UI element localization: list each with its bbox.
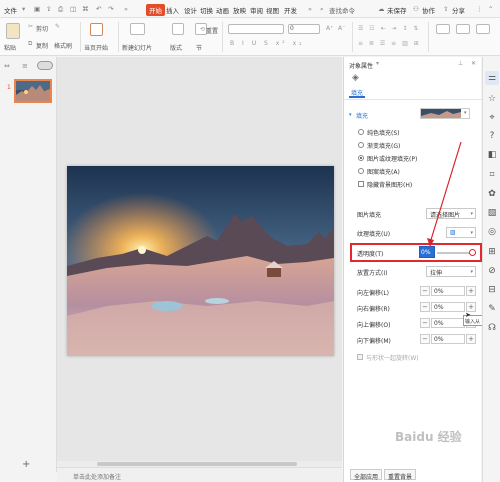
- new-slide-button[interactable]: 新建幻灯片: [122, 43, 152, 52]
- menu-file[interactable]: 文件: [4, 5, 17, 15]
- textbox-icon[interactable]: [436, 24, 450, 34]
- menu-review[interactable]: 审阅: [250, 5, 263, 15]
- pointer-icon[interactable]: ⌖: [487, 113, 497, 123]
- undo-icon[interactable]: ↶: [96, 5, 101, 13]
- add-slide-icon[interactable]: +: [22, 459, 30, 470]
- copy-icon[interactable]: ⧉: [28, 40, 32, 48]
- more-icon[interactable]: ⋮: [476, 5, 483, 13]
- redo-icon[interactable]: ↷: [108, 5, 113, 13]
- apply-all-button[interactable]: 全部应用: [350, 469, 382, 481]
- outline-icon[interactable]: ⇔: [4, 62, 10, 70]
- object-properties-panel: 对象属性 ▾ ⊥ ✕ ◈ 填充 ▾ 填充 ▾ 纯色填充(S) 渐变填充(G) 图…: [343, 57, 483, 482]
- watermark: Baidu 经验: [395, 430, 462, 444]
- menu-design[interactable]: 设计: [184, 5, 197, 15]
- copy-button[interactable]: 复制: [36, 41, 48, 50]
- font-name-select[interactable]: [228, 24, 284, 34]
- menu-insert[interactable]: 插入: [166, 5, 179, 15]
- section-button[interactable]: 节: [196, 43, 202, 52]
- play-icon[interactable]: [90, 23, 103, 36]
- text-format-icons[interactable]: B I U S x² x₂: [230, 40, 305, 47]
- mountain-sunset-image[interactable]: [67, 166, 334, 356]
- format-icon[interactable]: ⌘: [82, 5, 89, 13]
- search-command[interactable]: 查找命令: [329, 5, 355, 15]
- reset-background-button[interactable]: 重置背景: [384, 469, 416, 481]
- divider: [428, 22, 429, 52]
- new-slide-icon[interactable]: [130, 23, 145, 35]
- crop-icon[interactable]: ⌗: [487, 170, 497, 180]
- save-icon[interactable]: ▣: [34, 5, 40, 13]
- slide-editing-area: [57, 57, 342, 467]
- shape-icon[interactable]: [456, 24, 470, 34]
- divider: [118, 22, 119, 52]
- divider: [80, 22, 81, 52]
- cloud-icon: ☁: [378, 5, 385, 13]
- collapse-ribbon-icon[interactable]: ⌃: [488, 5, 493, 13]
- notes-placeholder[interactable]: 单击此处添加备注: [73, 472, 121, 481]
- ribbon-toolbar: 粘贴 ✂ 剪切 ⧉ 复制 ✎ 格式刷 当页开始 新建幻灯片 版式 节 ⟲ 重置 …: [0, 18, 500, 56]
- collab-icon: ⚇: [413, 5, 419, 13]
- list-view-icon[interactable]: ≡: [22, 62, 28, 70]
- layout-icon[interactable]: [172, 23, 184, 35]
- slide-thumbnail[interactable]: [14, 79, 52, 103]
- slide-thumbnail-panel: ⇔ ≡ 1 +: [0, 57, 57, 472]
- align-icons[interactable]: ≡ ≣ ☰ ≡ ▥ ⊞: [358, 40, 421, 47]
- grid-icon[interactable]: ⊞: [487, 247, 497, 257]
- image-icon[interactable]: ▧: [487, 208, 497, 218]
- menu-view[interactable]: 视图: [266, 5, 279, 15]
- scissors-icon[interactable]: ✂: [28, 23, 33, 30]
- sticker-icon[interactable]: ✿: [487, 189, 497, 199]
- menu-slideshow[interactable]: 放映: [233, 5, 246, 15]
- arrange-icon[interactable]: [476, 24, 490, 34]
- divider: [352, 22, 353, 52]
- menu-home[interactable]: 开始: [146, 4, 165, 16]
- print-icon[interactable]: ⎙: [58, 5, 63, 14]
- menu-animation[interactable]: 动画: [216, 5, 229, 15]
- edit-icon[interactable]: ✎: [487, 304, 497, 314]
- overflow-chevron-icon[interactable]: »: [308, 5, 312, 13]
- table-icon[interactable]: ⊟: [487, 285, 497, 295]
- notes-bar[interactable]: 单击此处添加备注: [57, 467, 342, 482]
- thumbnail-view-toggle[interactable]: [37, 61, 53, 70]
- slide-thumbnail-image: [16, 81, 50, 101]
- headset-icon[interactable]: ☊: [487, 323, 497, 333]
- help-icon[interactable]: ?: [487, 131, 497, 141]
- cut-button[interactable]: 剪切: [36, 24, 48, 33]
- decrease-font-icon[interactable]: A⁻: [338, 25, 345, 32]
- divider: [222, 22, 223, 52]
- compass-icon[interactable]: ◎: [487, 227, 497, 237]
- right-sidebar: ⚌ ☆ ⌖ ? ◧ ⌗ ✿ ▧ ◎ ⊞ ⊘ ⊟ ✎ ☊: [482, 57, 500, 482]
- paste-button[interactable]: 粘贴: [4, 43, 16, 52]
- export-icon[interactable]: ⇪: [46, 5, 51, 13]
- reset-icon[interactable]: ⟲: [200, 26, 205, 33]
- format-painter-button[interactable]: 格式刷: [54, 41, 72, 50]
- preview-icon[interactable]: ◫: [70, 5, 76, 13]
- properties-icon[interactable]: ⚌: [487, 73, 497, 83]
- paste-icon[interactable]: [6, 23, 20, 39]
- share-button[interactable]: 分享: [452, 5, 465, 15]
- font-size-value: 0: [290, 25, 294, 32]
- search-icon[interactable]: ⌕: [320, 5, 324, 14]
- menu-developer[interactable]: 开发: [284, 5, 297, 15]
- slide-canvas[interactable]: [67, 166, 334, 356]
- menu-transition[interactable]: 切换: [200, 5, 213, 15]
- layout-button[interactable]: 版式: [170, 43, 182, 52]
- list-icons[interactable]: ☰ ☷ ⇤ ⇥ ↕ ⇅: [358, 25, 420, 32]
- increase-font-icon[interactable]: A⁺: [326, 25, 333, 32]
- annotation-arrow: [427, 141, 462, 247]
- unsaved-status[interactable]: 未保存: [387, 5, 407, 15]
- share-icon: ⇧: [443, 5, 449, 13]
- reset-button[interactable]: 重置: [206, 26, 218, 35]
- play-from-current-button[interactable]: 当页开始: [84, 43, 108, 52]
- menu-bar: 文件 ▾ ▣ ⇪ ⎙ ◫ ⌘ ↶ ↷ » 开始 插入 设计 切换 动画 放映 审…: [0, 0, 500, 18]
- chevron-down-icon[interactable]: ▾: [22, 5, 25, 13]
- star-icon[interactable]: ☆: [487, 94, 497, 104]
- scrollbar-thumb[interactable]: [97, 462, 297, 466]
- brush-icon[interactable]: ✎: [55, 23, 60, 30]
- overflow-chevron-icon[interactable]: »: [124, 5, 128, 13]
- link-icon[interactable]: ⊘: [487, 266, 497, 276]
- slide-number: 1: [7, 84, 11, 91]
- collab-button[interactable]: 协作: [422, 5, 435, 15]
- layers-icon[interactable]: ◧: [487, 150, 497, 160]
